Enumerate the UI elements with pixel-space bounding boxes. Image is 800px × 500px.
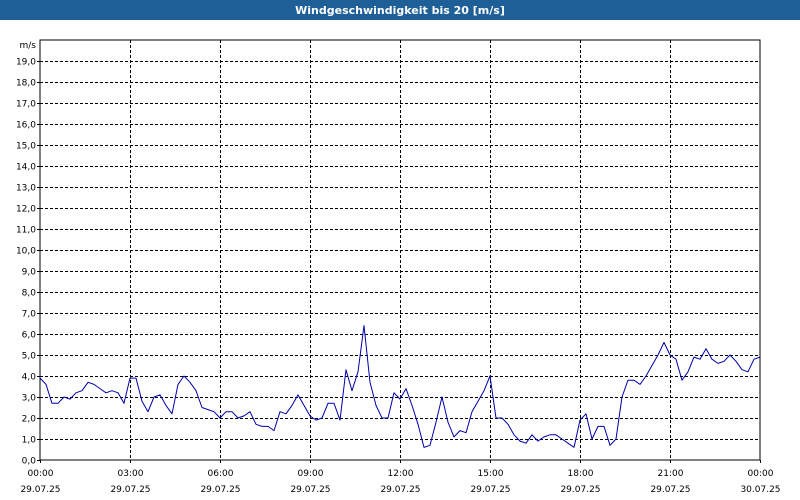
y-tick-label: 11,0: [16, 226, 36, 236]
y-tick-label: 10,0: [16, 247, 36, 257]
y-tick-label: 12,0: [16, 205, 36, 215]
y-tick-label: 15,0: [16, 142, 36, 152]
x-tick-date: 29.07.25: [200, 485, 240, 495]
y-tick-label: 17,0: [16, 100, 36, 110]
x-tick-time: 06:00: [208, 469, 234, 479]
x-tick-time: 00:00: [748, 469, 774, 479]
y-tick-label: 9,0: [22, 268, 37, 278]
x-tick-time: 21:00: [658, 469, 684, 479]
x-tick-date: 29.07.25: [110, 485, 150, 495]
x-tick-time: 00:00: [28, 469, 54, 479]
x-tick-date: 29.07.25: [470, 485, 510, 495]
y-tick-label: 14,0: [16, 163, 36, 173]
y-tick-label: 18,0: [16, 79, 36, 89]
y-tick-label: 6,0: [22, 331, 37, 341]
chart-area: 0,0 1,0 2,0 3,0 4,0 5,0 6,0 7,0 8,0 9,0 10,0 11,0 12…: [0, 20, 800, 500]
x-tick-date: 30.07.25: [740, 485, 780, 495]
y-tick-label: 13,0: [16, 184, 36, 194]
x-tick-date: 29.07.25: [380, 485, 420, 495]
y-axis-label: m/s: [20, 41, 37, 51]
x-tick-time: 03:00: [118, 469, 144, 479]
y-tick-label: 5,0: [22, 352, 37, 362]
x-tick-time: 09:00: [298, 469, 324, 479]
y-tick-label: 16,0: [16, 121, 36, 131]
y-tick-label: 3,0: [22, 394, 37, 404]
y-tick-label: 4,0: [22, 373, 37, 383]
chart-title: Windgeschwindigkeit bis 20 [m/s]: [0, 0, 800, 20]
x-tick-time: 15:00: [478, 469, 504, 479]
y-tick-label: 19,0: [16, 58, 36, 68]
wind-speed-chart: 0,0 1,0 2,0 3,0 4,0 5,0 6,0 7,0 8,0 9,0 10,0 11,0 12…: [16, 39, 781, 495]
y-tick-label: 2,0: [22, 415, 37, 425]
y-tick-label: 0,0: [22, 457, 37, 467]
x-tick-date: 29.07.25: [650, 485, 690, 495]
y-tick-label: 7,0: [22, 310, 37, 320]
y-tick-label: 1,0: [22, 436, 37, 446]
y-tick-label: 8,0: [22, 289, 37, 299]
x-tick-time: 12:00: [388, 469, 414, 479]
x-tick-time: 18:00: [568, 469, 594, 479]
x-tick-date: 29.07.25: [290, 485, 330, 495]
x-tick-date: 29.07.25: [560, 485, 600, 495]
x-tick-date: 29.07.25: [20, 485, 60, 495]
